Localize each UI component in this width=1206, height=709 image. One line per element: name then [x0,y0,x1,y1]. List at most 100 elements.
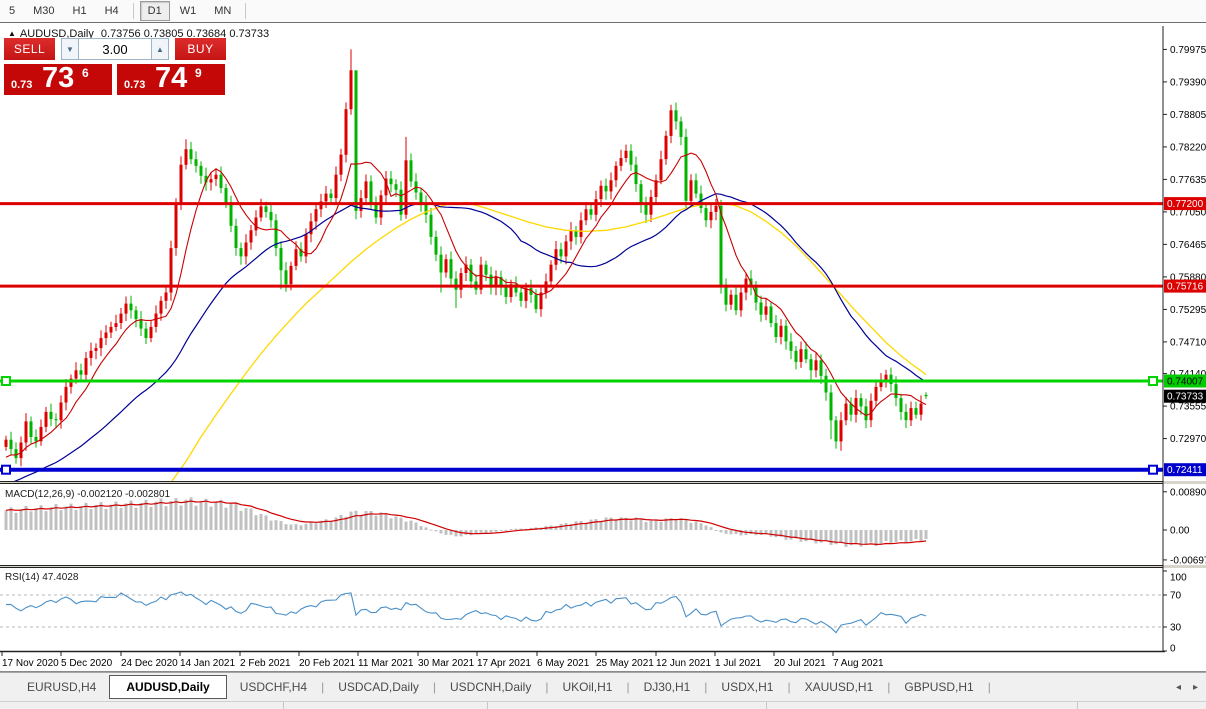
tab-separator: | [787,680,791,694]
timeframe-button-W1[interactable]: W1 [172,1,205,21]
hline-handle[interactable] [1148,464,1158,475]
tab-USDCHF-H4[interactable]: USDCHF,H4 [227,676,320,698]
axis-price-label: 0.72411 [1167,465,1203,476]
statusbar-separator [283,702,284,709]
date-tick-label: 17 Apr 2021 [477,658,531,669]
date-axis: 17 Nov 2020 5 Dec 2020 24 Dec 2020 14 Jan 2… [1,652,884,669]
chart-tab-bar: EURUSD,H4 AUDUSD,Daily USDCHF,H4 | USDCAD,Da… [0,672,1206,701]
volume-decrease-button[interactable]: ▼ [61,38,79,60]
rsi-tick-label: 70 [1170,591,1182,602]
price-tick-label: 0.77635 [1170,175,1206,186]
date-tick-label: 17 Nov 2020 [2,658,59,669]
rsi-name: RSI(14) [5,572,40,583]
macd-indicator-label: MACD(12,26,9) -0.002120 -0.002801 [5,489,170,500]
sell-price-pip: 6 [82,66,89,80]
tab-scroll-left-icon[interactable]: ◂ [1176,682,1181,693]
tab-scroll-right-icon[interactable]: ▸ [1193,682,1198,693]
tab-separator: | [545,680,549,694]
toolbar-separator [245,3,247,19]
date-tick-label: 6 May 2021 [537,658,590,669]
price-tick-label: 0.73555 [1170,402,1206,413]
one-click-trade-panel: SELL ▼ ▲ BUY 0.73 73 6 0.73 74 9 [4,38,226,95]
axis-price-label: 0.75716 [1167,282,1204,293]
panel-frame [0,26,1206,653]
timeframe-button-H1[interactable]: H1 [65,1,95,21]
date-tick-label: 12 Jun 2021 [656,658,711,669]
tab-USDCAD-Daily[interactable]: USDCAD,Daily [325,676,432,698]
statusbar-separator [487,702,488,709]
price-tick-label: 0.74710 [1170,337,1206,348]
macd-histogram [4,497,928,547]
macd-tick-label: -0.00697 [1170,555,1206,566]
volume-increase-button[interactable]: ▲ [151,38,169,60]
tab-EURUSD-H4[interactable]: EURUSD,H4 [14,676,109,698]
date-tick-label: 30 Mar 2021 [418,658,475,669]
date-tick-label: 7 Aug 2021 [833,658,884,669]
chart-canvas[interactable]: 0.799750.793900.788050.782200.776350.770… [0,23,1206,671]
ma-slow-line [171,201,927,481]
volume-input[interactable] [79,38,151,60]
tab-separator: | [432,680,436,694]
axis-price-label: 0.73733 [1167,392,1204,403]
hline-handle[interactable] [1148,376,1158,386]
date-tick-label: 25 May 2021 [596,658,654,669]
collapse-triangle-icon[interactable]: ▲ [8,29,16,38]
macd-tick-label: 0.00 [1170,526,1190,537]
buy-price-prefix: 0.73 [124,79,146,91]
price-tick-label: 0.76465 [1170,240,1206,251]
date-tick-label: 5 Dec 2020 [61,658,113,669]
buy-price-big: 74 [155,62,188,94]
price-tick-label: 0.79975 [1170,45,1206,56]
tab-separator: | [626,680,630,694]
sell-price-big: 73 [42,62,75,94]
price-tick-label: 0.78220 [1170,142,1206,153]
rsi-tick-label: 0 [1170,644,1176,655]
ma-fast-line [5,152,927,458]
timeframe-button-H4[interactable]: H4 [97,1,127,21]
tab-UKOil-H1[interactable]: UKOil,H1 [549,676,625,698]
tab-separator: | [987,680,991,694]
hline-handle[interactable] [1,464,11,475]
rsi-indicator-label: RSI(14) 47.4028 [5,572,78,583]
statusbar-separator [1077,702,1078,709]
ma-mid-line [13,193,927,481]
macd-name: MACD(12,26,9) [5,489,75,500]
date-tick-label: 24 Dec 2020 [121,658,178,669]
rsi-tick-label: 30 [1170,623,1182,634]
statusbar-separator [766,702,767,709]
tab-DJ30-H1[interactable]: DJ30,H1 [631,676,704,698]
timeframe-button-M30[interactable]: M30 [25,1,62,21]
tab-GBPUSD-H1[interactable]: GBPUSD,H1 [891,676,986,698]
price-tick-label: 0.72970 [1170,434,1206,445]
date-tick-label: 20 Jul 2021 [774,658,826,669]
macd-tick-label: 0.008903 [1170,488,1206,499]
timeframe-button-5[interactable]: 5 [1,1,23,21]
date-tick-label: 11 Mar 2021 [358,658,414,669]
axis-price-label: 0.77200 [1167,199,1204,210]
timeframe-button-D1[interactable]: D1 [139,1,170,21]
date-tick-label: 20 Feb 2021 [299,658,356,669]
date-tick-label: 14 Jan 2021 [180,658,235,669]
toolbar-separator [132,3,134,19]
rsi-panel [0,591,1163,634]
buy-price-display[interactable]: 0.73 74 9 [117,62,225,95]
sell-button[interactable]: SELL [4,38,55,60]
date-tick-label: 2 Feb 2021 [240,658,291,669]
tab-XAUUSD-H1[interactable]: XAUUSD,H1 [792,676,887,698]
timeframe-button-MN[interactable]: MN [206,1,239,21]
hline-handle[interactable] [1,376,11,386]
tab-USDX-H1[interactable]: USDX,H1 [708,676,786,698]
tab-USDCNH-Daily[interactable]: USDCNH,Daily [437,676,544,698]
status-bar [0,701,1206,709]
buy-button[interactable]: BUY [175,38,226,60]
buy-price-pip: 9 [195,66,202,80]
price-tick-label: 0.78805 [1170,110,1206,121]
candles [4,49,928,467]
timeframe-toolbar: 5 M30 H1 H4 D1 W1 MN [0,0,1206,23]
trading-platform-window: 5 M30 H1 H4 D1 W1 MN 0.79975 0.79390 0.78805 0.78… [0,0,1206,709]
sell-price-display[interactable]: 0.73 73 6 [4,62,112,95]
macd-values: -0.002120 -0.002801 [77,489,171,500]
tab-separator: | [887,680,891,694]
tab-AUDUSD-Daily[interactable]: AUDUSD,Daily [109,675,227,699]
chart-window: 0.79975 0.79390 0.78805 0.78220 0.77635 0.770… [0,22,1206,672]
